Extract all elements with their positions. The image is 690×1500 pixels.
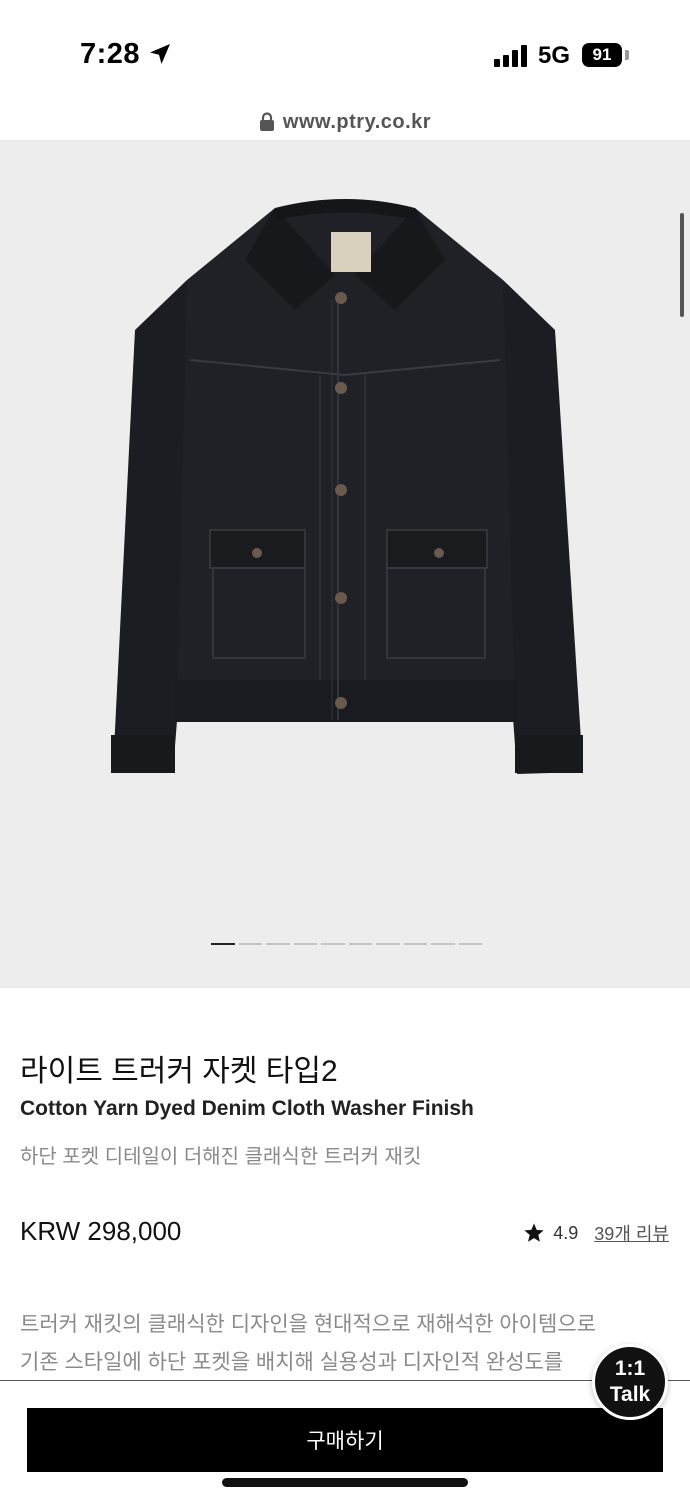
battery-indicator: 91 — [582, 43, 622, 67]
carousel-dot[interactable] — [348, 943, 372, 945]
carousel-dot[interactable] — [458, 943, 482, 945]
carousel-dot[interactable] — [403, 943, 427, 945]
status-bar: 7:28 5G 91 — [0, 0, 690, 100]
carousel-dot[interactable] — [211, 943, 235, 945]
product-image-carousel[interactable] — [0, 140, 690, 988]
location-arrow-icon — [150, 44, 170, 64]
buy-button[interactable]: 구매하기 — [27, 1408, 663, 1472]
talk-label-line2: Talk — [609, 1383, 651, 1406]
product-subtitle: Cotton Yarn Dyed Denim Cloth Washer Fini… — [20, 1097, 474, 1120]
carousel-dot[interactable] — [321, 943, 345, 945]
status-time: 7:28 — [80, 38, 141, 70]
carousel-dot[interactable] — [431, 943, 455, 945]
star-icon — [524, 1223, 544, 1242]
battery-tip — [625, 50, 629, 60]
carousel-dots[interactable] — [211, 943, 482, 945]
talk-chat-button[interactable]: 1:1 Talk — [592, 1344, 668, 1420]
description-line: 기존 스타일에 하단 포켓을 배치해 실용성과 디자인적 완성도를 — [20, 1351, 564, 1374]
lock-icon — [259, 112, 274, 131]
talk-label-line1: 1:1 — [614, 1357, 646, 1380]
description-line: 트러커 재킷의 클래식한 디자인을 현대적으로 재해석한 아이템으로 — [20, 1313, 596, 1336]
battery-level: 91 — [592, 45, 612, 64]
rating-value: 4.9 — [553, 1222, 579, 1243]
signal-bars-icon — [494, 45, 527, 67]
url-bar[interactable]: www.ptry.co.kr — [0, 104, 690, 140]
product-price: KRW 298,000 — [20, 1216, 182, 1246]
carousel-dot[interactable] — [238, 943, 262, 945]
carousel-dot[interactable] — [266, 943, 290, 945]
network-type: 5G — [538, 42, 571, 69]
jacket-image — [111, 199, 583, 774]
review-link[interactable]: 39개 리뷰 — [594, 1220, 669, 1246]
product-short-description: 하단 포켓 디테일이 더해진 클래식한 트러커 재킷 — [20, 1146, 422, 1168]
product-long-description: 트러커 재킷의 클래식한 디자인을 현대적으로 재해석한 아이템으로 기존 스타… — [20, 1306, 660, 1382]
product-title: 라이트 트러커 자켓 타입2 — [20, 1055, 338, 1088]
product-rating: 4.9 39개 리뷰 — [523, 1220, 669, 1246]
url-text: www.ptry.co.kr — [282, 110, 432, 133]
home-indicator — [222, 1478, 468, 1487]
carousel-dot[interactable] — [293, 943, 317, 945]
carousel-dot[interactable] — [376, 943, 400, 945]
scroll-indicator[interactable] — [680, 213, 684, 317]
